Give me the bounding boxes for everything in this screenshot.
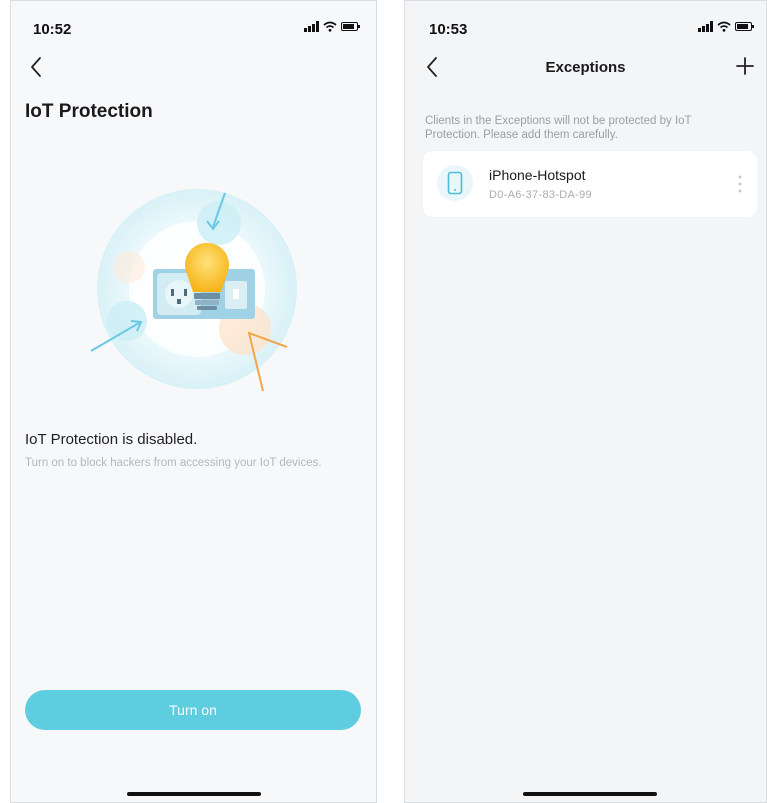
status-description: Turn on to block hackers from accessing … — [25, 457, 322, 469]
client-name: iPhone-Hotspot — [489, 167, 586, 183]
signal-icon — [698, 21, 713, 32]
client-mac: D0-A6-37-83-DA-99 — [489, 189, 592, 201]
nav-title: Exceptions — [545, 59, 626, 76]
wifi-icon — [323, 21, 337, 32]
phone-icon — [447, 171, 463, 195]
page-title: IoT Protection — [25, 101, 153, 122]
status-icons — [304, 21, 360, 32]
status-icons — [698, 21, 754, 32]
iot-illustration — [90, 189, 297, 392]
iot-protection-screen: 10:52 IoT Protection IoT Protection is d… — [10, 0, 377, 803]
info-text: Clients in the Exceptions will not be pr… — [425, 115, 692, 141]
home-indicator — [127, 792, 261, 796]
more-vertical-icon[interactable] — [735, 173, 745, 195]
home-indicator — [523, 792, 657, 796]
plus-icon[interactable] — [734, 55, 756, 77]
device-icon-container — [437, 165, 473, 201]
signal-icon — [304, 21, 319, 32]
back-arrow-icon[interactable] — [27, 55, 47, 79]
status-time: 10:52 — [33, 21, 72, 38]
status-time: 10:53 — [429, 21, 468, 38]
status-heading: IoT Protection is disabled. — [25, 431, 198, 448]
battery-icon — [735, 22, 754, 31]
battery-icon — [341, 22, 360, 31]
wifi-icon — [717, 21, 731, 32]
turn-on-button[interactable]: Turn on — [25, 690, 361, 730]
client-list-item[interactable]: iPhone-Hotspot D0-A6-37-83-DA-99 — [423, 151, 757, 217]
exceptions-screen: 10:53 Exceptions Clients in the Exceptio… — [404, 0, 767, 803]
